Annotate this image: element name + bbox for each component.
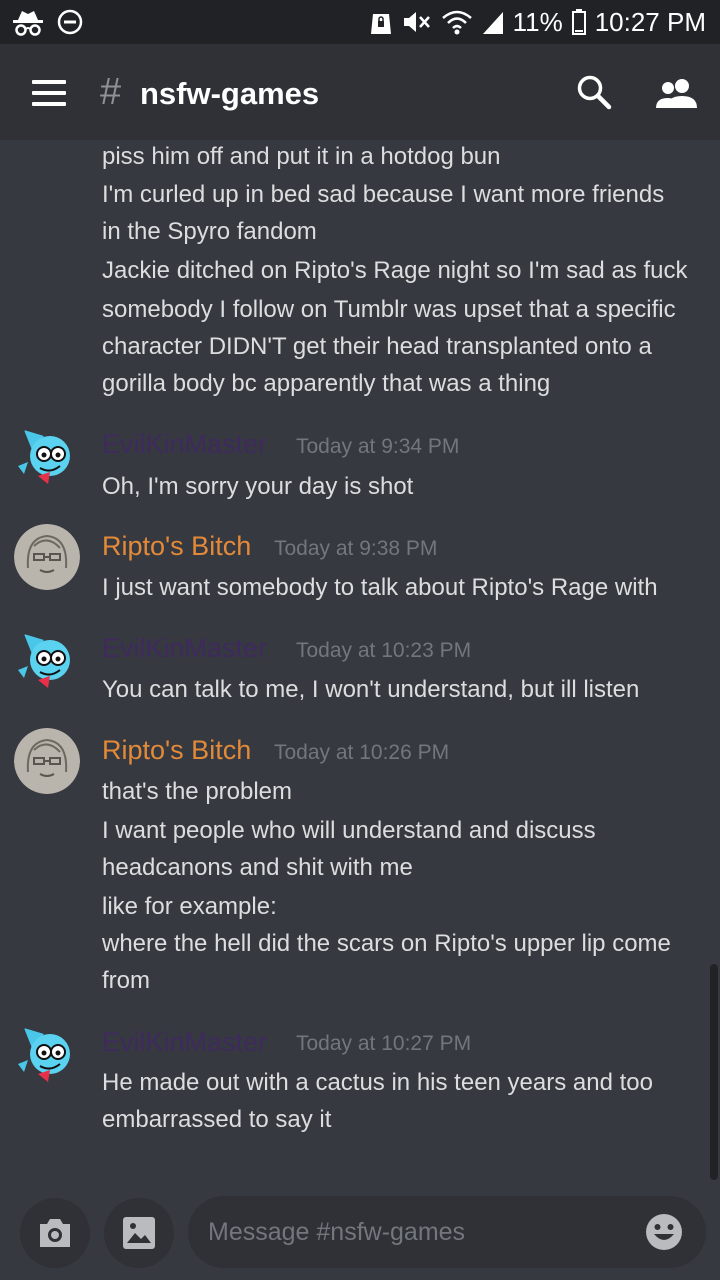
message-timestamp: Today at 10:23 PM xyxy=(296,639,472,662)
message-text: like for example: xyxy=(102,893,277,920)
image-icon[interactable] xyxy=(104,1198,174,1268)
message-text: You can talk to me, I won't understand, … xyxy=(102,676,640,703)
message-text: I just want somebody to talk about Ripto… xyxy=(102,574,658,601)
message-text: character DIDN'T get their head transpla… xyxy=(102,333,652,360)
message-text: headcanons and shit with me xyxy=(102,854,413,881)
battery-icon xyxy=(571,8,587,36)
message-text: from xyxy=(102,967,150,994)
avatar-riptos-bitch[interactable] xyxy=(14,728,80,794)
message-text: Oh, I'm sorry your day is shot xyxy=(102,473,414,500)
alarm-lock-icon xyxy=(369,8,393,36)
message-author[interactable]: EvilKinMaster xyxy=(102,426,267,462)
message-text: I want people who will understand and di… xyxy=(102,817,596,844)
channel-title: nsfw-games xyxy=(140,76,320,111)
message-author[interactable]: EvilKinMaster xyxy=(102,1024,267,1060)
message-text: piss him off and put it in a hotdog bun xyxy=(102,143,501,170)
signal-icon xyxy=(481,8,505,36)
menu-icon[interactable] xyxy=(32,80,66,106)
message-text: He made out with a cactus in his teen ye… xyxy=(102,1069,653,1096)
search-icon[interactable] xyxy=(574,72,614,112)
wifi-icon xyxy=(441,8,473,36)
emoji-icon[interactable] xyxy=(644,1212,684,1252)
message-author[interactable]: EvilKinMaster xyxy=(102,630,267,666)
message-text: that's the problem xyxy=(102,778,293,805)
status-time: 10:27 PM xyxy=(594,6,706,37)
message-text: somebody I follow on Tumblr was upset th… xyxy=(102,296,676,323)
message-timestamp: Today at 9:38 PM xyxy=(274,537,438,560)
status-left-icons xyxy=(10,6,84,38)
status-right: 11% 10:27 PM xyxy=(369,6,706,38)
channel-hash: # xyxy=(100,71,122,113)
battery-percent: 11% xyxy=(512,6,563,37)
message-text: gorilla body bc apparently that was a th… xyxy=(102,370,551,397)
channel-header: # nsfw-games xyxy=(0,44,720,140)
message-text: where the hell did the scars on Ripto's … xyxy=(102,930,671,957)
avatar-evilkinmaster[interactable] xyxy=(14,1020,80,1086)
message-author[interactable]: Ripto's Bitch xyxy=(102,528,251,564)
do-not-disturb-icon xyxy=(56,8,84,36)
status-bar: 11% 10:27 PM xyxy=(0,0,720,44)
scrollbar[interactable] xyxy=(710,964,718,1180)
message-text: I'm curled up in bed sad because I want … xyxy=(102,181,665,208)
avatar-evilkinmaster[interactable] xyxy=(14,626,80,692)
message-timestamp: Today at 10:26 PM xyxy=(274,741,450,764)
message-text: in the Spyro fandom xyxy=(102,218,317,245)
avatar-evilkinmaster[interactable] xyxy=(14,422,80,488)
message-text: embarrassed to say it xyxy=(102,1106,332,1133)
message-composer xyxy=(0,1186,720,1280)
avatar-riptos-bitch[interactable] xyxy=(14,524,80,590)
mute-icon xyxy=(401,8,433,36)
message-author[interactable]: Ripto's Bitch xyxy=(102,732,251,768)
message-box xyxy=(188,1196,706,1268)
members-icon[interactable] xyxy=(654,74,700,114)
message-text: Jackie ditched on Ripto's Rage night so … xyxy=(102,257,688,284)
camera-icon[interactable] xyxy=(20,1198,90,1268)
message-list[interactable]: piss him off and put it in a hotdog bun … xyxy=(0,140,720,1186)
message-timestamp: Today at 9:34 PM xyxy=(296,435,460,458)
message-input[interactable] xyxy=(208,1212,628,1252)
incognito-icon xyxy=(10,8,46,36)
message-timestamp: Today at 10:27 PM xyxy=(296,1032,472,1055)
